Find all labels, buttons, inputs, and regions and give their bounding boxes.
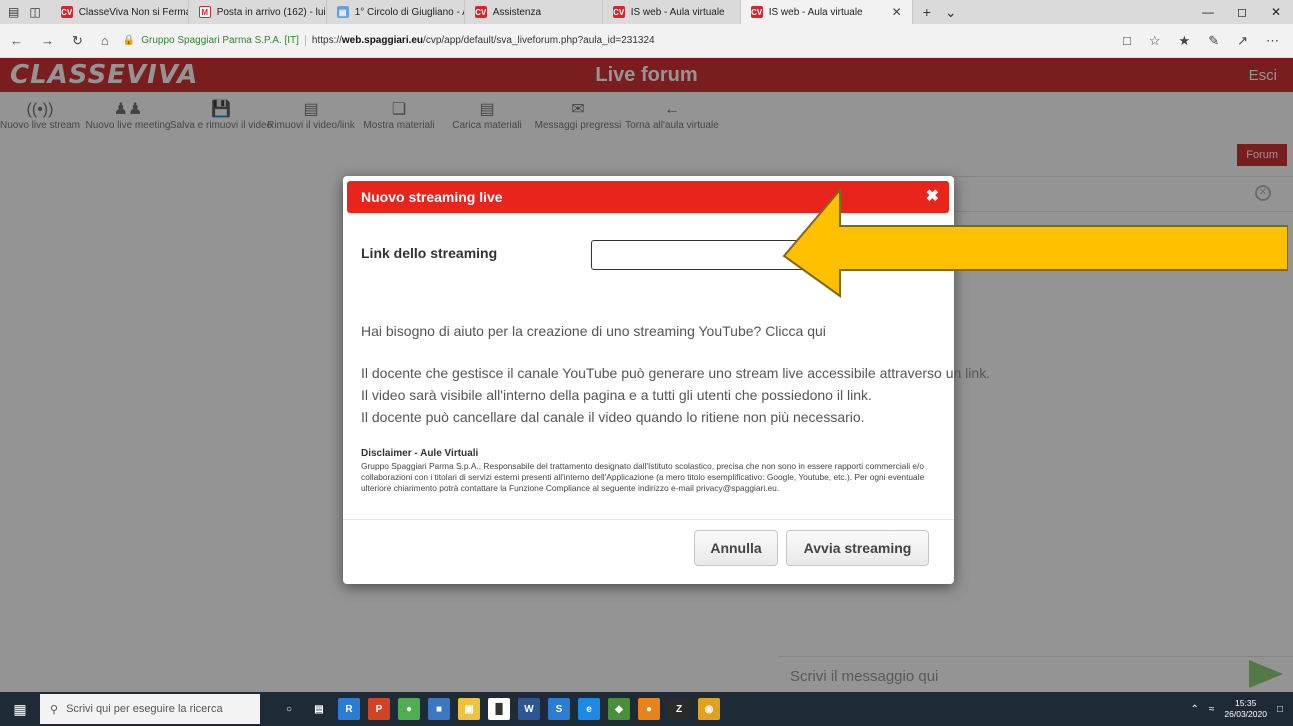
annotation-arrow-shape bbox=[782, 188, 1288, 298]
cortana-icon[interactable]: ○ bbox=[278, 698, 300, 720]
app-icon[interactable]: ◆ bbox=[608, 698, 630, 720]
browser-tab-active[interactable]: CV IS web - Aula virtuale ✕ bbox=[740, 0, 913, 24]
close-tab-icon[interactable]: ✕ bbox=[892, 5, 902, 19]
notifications-icon[interactable]: □ bbox=[1277, 704, 1283, 715]
task-view-icon[interactable]: ▤ bbox=[308, 698, 330, 720]
dialog-footer-divider bbox=[343, 519, 954, 520]
app-icon[interactable]: ■ bbox=[428, 698, 450, 720]
classeviva-favicon-icon: CV bbox=[612, 6, 625, 18]
app-icon[interactable]: Z bbox=[668, 698, 690, 720]
back-icon[interactable]: ← bbox=[10, 33, 23, 49]
app-root: ▤ ◫ CV ClasseViva Non si Ferma M Posta i… bbox=[0, 0, 1293, 726]
lock-icon: 🔒 bbox=[122, 35, 136, 46]
description-line: Il video sarà visibile all'interno della… bbox=[361, 387, 872, 403]
tab-label: Assistenza bbox=[492, 6, 542, 18]
start-streaming-button[interactable]: Avvia streaming bbox=[786, 530, 929, 566]
tab-label: Posta in arrivo (162) - luisa.a bbox=[216, 6, 326, 18]
taskbar-apps: ○ ▤ R P ● ■ ▣ █ W S e ◆ ● Z ◉ bbox=[260, 698, 720, 720]
clock[interactable]: 15:35 26/03/2020 bbox=[1224, 698, 1267, 720]
store-icon[interactable]: ▣ bbox=[458, 698, 480, 720]
tab-new-area: + ⌄ bbox=[913, 0, 967, 24]
classeviva-favicon-icon: CV bbox=[750, 6, 763, 18]
url-text: https://web.spaggiari.eu/cvp/app/default… bbox=[312, 35, 655, 46]
document-favicon-icon: ▤ bbox=[336, 6, 349, 18]
disclaimer-title: Disclaimer - Aule Virtuali bbox=[361, 448, 479, 459]
word-icon[interactable]: W bbox=[518, 698, 540, 720]
tab-label: 1° Circolo di Giugliano - Av bbox=[354, 6, 465, 18]
site-identity: Gruppo Spaggiari Parma S.P.A. [IT] bbox=[141, 35, 306, 46]
pen-icon[interactable]: ✎ bbox=[1208, 33, 1219, 49]
skype-icon[interactable]: S bbox=[548, 698, 570, 720]
url-domain: web.spaggiari.eu bbox=[341, 35, 424, 46]
browser-tab-strip: ▤ ◫ CV ClasseViva Non si Ferma M Posta i… bbox=[0, 0, 1293, 24]
favorites-list-icon[interactable]: ★ bbox=[1179, 33, 1191, 49]
tab-list-chevron-icon[interactable]: ⌄ bbox=[945, 4, 957, 21]
description-line: Il docente può cancellare dal canale il … bbox=[361, 409, 865, 425]
close-window-icon[interactable]: ✕ bbox=[1259, 5, 1293, 19]
tab-actions: ▤ ◫ bbox=[0, 0, 51, 24]
tab-label: ClasseViva Non si Ferma bbox=[78, 6, 189, 18]
edge-icon[interactable]: e bbox=[578, 698, 600, 720]
dialog-title: Nuovo streaming live bbox=[361, 189, 503, 205]
address-bar-actions: □ ☆ ★ ✎ ↗ ⋯ bbox=[1123, 33, 1293, 49]
forward-icon[interactable]: → bbox=[41, 33, 54, 49]
browser-tab[interactable]: ▤ 1° Circolo di Giugliano - Av bbox=[327, 0, 465, 24]
stream-link-label: Link dello streaming bbox=[361, 245, 498, 261]
windows-start-icon[interactable]: ▦ bbox=[0, 701, 40, 718]
browser-tab[interactable]: M Posta in arrivo (162) - luisa.a bbox=[189, 0, 327, 24]
cancel-button[interactable]: Annulla bbox=[694, 530, 778, 566]
file-icon[interactable]: █ bbox=[488, 698, 510, 720]
classeviva-favicon-icon: CV bbox=[474, 6, 487, 18]
url-prefix: https:// bbox=[311, 35, 342, 46]
tray-chevron-icon[interactable]: ⌃ bbox=[1191, 704, 1199, 715]
browser-tab[interactable]: CV ClasseViva Non si Ferma bbox=[51, 0, 189, 24]
system-tray: ⌃ ≈ 15:35 26/03/2020 □ bbox=[1191, 698, 1293, 720]
reading-view-icon[interactable]: □ bbox=[1123, 33, 1131, 49]
new-tab-icon[interactable]: + bbox=[923, 4, 931, 20]
search-icon: ⚲ bbox=[50, 703, 59, 716]
description-line: Il docente che gestisce il canale YouTub… bbox=[361, 365, 991, 381]
refresh-icon[interactable]: ↻ bbox=[72, 33, 83, 49]
chrome-icon[interactable]: ◉ bbox=[698, 698, 720, 720]
url-path: /cvp/app/default/sva_liveforum.php?aula_… bbox=[423, 35, 655, 46]
home-icon[interactable]: ⌂ bbox=[101, 33, 109, 49]
stream-description: Il docente che gestisce il canale YouTub… bbox=[361, 362, 990, 428]
youtube-help-link[interactable]: Hai bisogno di aiuto per la creazione di… bbox=[361, 323, 826, 339]
tabs-aside-icon[interactable]: ▤ bbox=[8, 5, 19, 19]
taskbar-search[interactable]: ⚲ Scrivi qui per eseguire la ricerca bbox=[40, 694, 260, 724]
clock-time: 15:35 bbox=[1235, 698, 1257, 708]
classeviva-favicon-icon: CV bbox=[60, 6, 73, 18]
network-icon[interactable]: ≈ bbox=[1209, 704, 1215, 715]
minimize-icon[interactable]: — bbox=[1191, 5, 1225, 19]
tab-label: IS web - Aula virtuale bbox=[768, 6, 863, 18]
tab-label: IS web - Aula virtuale bbox=[630, 6, 725, 18]
mail-favicon-icon: M bbox=[198, 6, 211, 18]
browser-tab[interactable]: CV IS web - Aula virtuale bbox=[603, 0, 741, 24]
nav-buttons: ← → ↻ ⌂ bbox=[0, 33, 123, 49]
powerpoint-icon[interactable]: P bbox=[368, 698, 390, 720]
app-icon[interactable]: ● bbox=[398, 698, 420, 720]
url-field[interactable]: 🔒 Gruppo Spaggiari Parma S.P.A. [IT] htt… bbox=[123, 35, 1123, 46]
windows-taskbar: ▦ ⚲ Scrivi qui per eseguire la ricerca ○… bbox=[0, 692, 1293, 726]
firefox-icon[interactable]: ● bbox=[638, 698, 660, 720]
tab-preview-icon[interactable]: ◫ bbox=[29, 5, 40, 19]
share-icon[interactable]: ↗ bbox=[1237, 33, 1248, 49]
maximize-icon[interactable]: ◻ bbox=[1225, 5, 1259, 19]
clock-date: 26/03/2020 bbox=[1224, 709, 1267, 719]
taskbar-search-placeholder: Scrivi qui per eseguire la ricerca bbox=[66, 703, 223, 715]
disclaimer-text: Gruppo Spaggiari Parma S.p.A., Responsab… bbox=[361, 461, 925, 493]
browser-tab[interactable]: CV Assistenza bbox=[465, 0, 603, 24]
annotation-arrow bbox=[782, 188, 1288, 298]
app-icon[interactable]: R bbox=[338, 698, 360, 720]
address-bar: ← → ↻ ⌂ 🔒 Gruppo Spaggiari Parma S.P.A. … bbox=[0, 24, 1293, 58]
window-controls: — ◻ ✕ bbox=[1191, 0, 1293, 24]
more-icon[interactable]: ⋯ bbox=[1266, 33, 1279, 49]
favorite-star-icon[interactable]: ☆ bbox=[1149, 33, 1161, 49]
